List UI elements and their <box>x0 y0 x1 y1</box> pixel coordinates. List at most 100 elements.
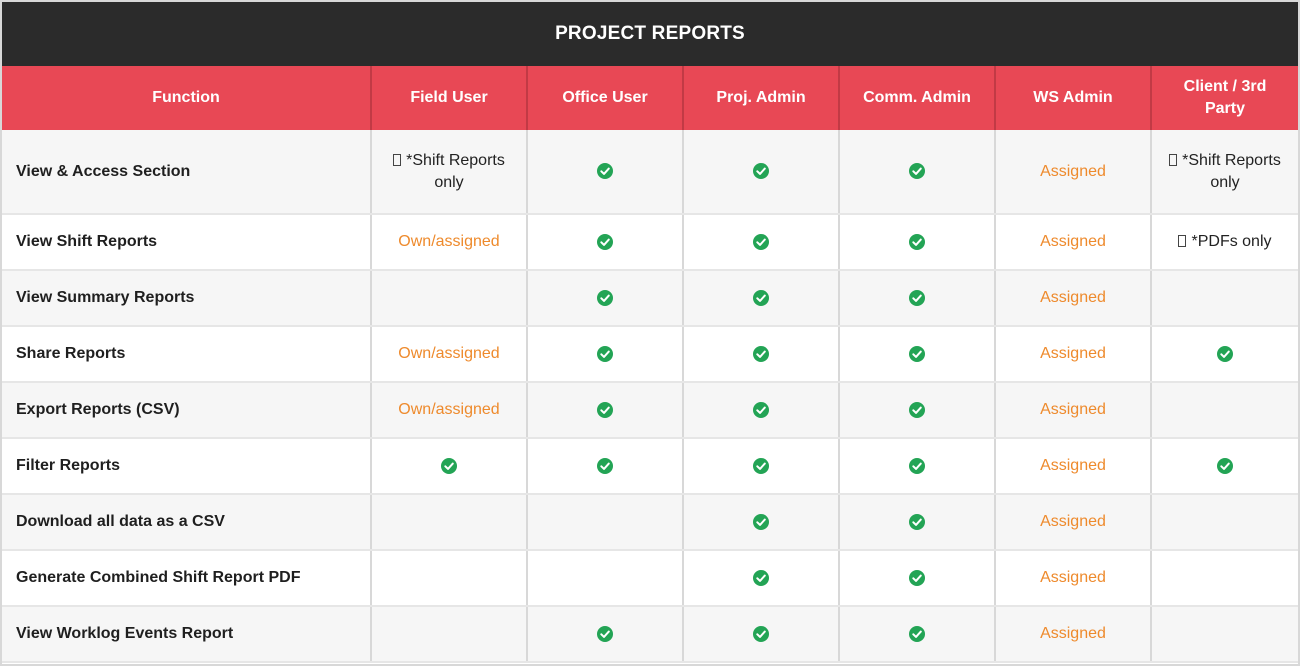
cell-office-user <box>527 326 684 383</box>
function-name: View & Access Section <box>2 130 372 215</box>
cell-ws-admin: Assigned <box>995 382 1152 439</box>
function-name: View Summary Reports <box>2 270 372 327</box>
cell-ws-admin: Assigned <box>995 606 1152 663</box>
check-circle-icon <box>753 289 769 306</box>
cell-client-3rd-party <box>1151 494 1298 551</box>
cell-ws-admin: Assigned <box>995 270 1152 327</box>
check-circle-icon <box>909 401 925 418</box>
access-scope-label: Assigned <box>1040 233 1106 250</box>
cell-field-user: Own/assigned <box>371 326 528 383</box>
cell-client-3rd-party: *PDFs only <box>1151 214 1298 271</box>
cell-comm-admin <box>839 270 996 327</box>
function-name: Share Reports <box>2 326 372 383</box>
function-name: View Worklog Events Report <box>2 606 372 663</box>
cell-proj-admin <box>683 130 840 215</box>
cell-office-user <box>527 214 684 271</box>
cell-ws-admin: Assigned <box>995 214 1152 271</box>
table-row: Export Reports (CSV) Own/assigned Assigned <box>2 382 1298 439</box>
note-box-icon <box>1178 235 1187 247</box>
access-note-text: *PDFs only <box>1191 233 1272 250</box>
cell-comm-admin <box>839 214 996 271</box>
cell-comm-admin <box>839 326 996 383</box>
access-scope-label: Own/assigned <box>398 401 500 418</box>
cell-client-3rd-party <box>1151 326 1298 383</box>
table-row: Share Reports Own/assigned Assigned <box>2 326 1298 383</box>
check-circle-icon <box>597 401 613 418</box>
check-circle-icon <box>753 345 769 362</box>
access-scope-label: Assigned <box>1040 625 1106 642</box>
permissions-table: Function Field User Office User Proj. Ad… <box>2 66 1298 663</box>
cell-proj-admin <box>683 326 840 383</box>
function-name: Filter Reports <box>2 438 372 495</box>
table-row: View & Access Section *Shift Reports only… <box>2 130 1298 215</box>
cell-field-user <box>371 494 528 551</box>
cell-field-user: Own/assigned <box>371 382 528 439</box>
cell-office-user <box>527 606 684 663</box>
check-circle-icon <box>1217 457 1233 474</box>
cell-field-user: *Shift Reports only <box>371 130 528 215</box>
cell-client-3rd-party: *Shift Reports only <box>1151 130 1298 215</box>
cell-client-3rd-party <box>1151 438 1298 495</box>
page-title: PROJECT REPORTS <box>2 2 1298 66</box>
access-scope-label: Assigned <box>1040 513 1106 530</box>
note-box-icon <box>393 153 402 166</box>
access-note-text: *Shift Reports only <box>406 151 505 191</box>
check-circle-icon <box>909 345 925 362</box>
check-circle-icon <box>753 233 769 250</box>
cell-ws-admin: Assigned <box>995 130 1152 215</box>
check-circle-icon <box>597 457 613 474</box>
access-scope-label: Own/assigned <box>398 345 500 362</box>
cell-comm-admin <box>839 130 996 215</box>
column-header-client-3rd-party: Client / 3rd Party <box>1151 66 1298 130</box>
access-scope-label: Assigned <box>1040 457 1106 474</box>
column-header-proj-admin: Proj. Admin <box>683 66 840 130</box>
cell-ws-admin: Assigned <box>995 550 1152 607</box>
check-circle-icon <box>753 401 769 418</box>
cell-proj-admin <box>683 550 840 607</box>
cell-client-3rd-party <box>1151 606 1298 663</box>
report-permissions-panel: PROJECT REPORTS Function Field User Offi… <box>0 0 1300 666</box>
column-header-office-user: Office User <box>527 66 684 130</box>
cell-client-3rd-party <box>1151 270 1298 327</box>
table-row: Generate Combined Shift Report PDF Assign… <box>2 550 1298 607</box>
check-circle-icon <box>909 513 925 530</box>
cell-office-user <box>527 438 684 495</box>
column-header-ws-admin: WS Admin <box>995 66 1152 130</box>
function-name: Export Reports (CSV) <box>2 382 372 439</box>
permissions-table-body: View & Access Section *Shift Reports only… <box>2 130 1298 663</box>
check-circle-icon <box>909 625 925 642</box>
cell-ws-admin: Assigned <box>995 494 1152 551</box>
function-name: Generate Combined Shift Report PDF <box>2 550 372 607</box>
check-circle-icon <box>1217 345 1233 362</box>
cell-office-user <box>527 130 684 215</box>
check-circle-icon <box>597 289 613 306</box>
cell-field-user: Own/assigned <box>371 214 528 271</box>
table-row: Filter Reports Assigned <box>2 438 1298 495</box>
column-header-field-user: Field User <box>371 66 528 130</box>
check-circle-icon <box>441 457 457 474</box>
cell-comm-admin <box>839 382 996 439</box>
check-circle-icon <box>753 457 769 474</box>
cell-field-user <box>371 438 528 495</box>
access-scope-label: Assigned <box>1040 345 1106 362</box>
check-circle-icon <box>753 569 769 586</box>
access-note-text: *Shift Reports only <box>1182 151 1281 191</box>
check-circle-icon <box>753 625 769 642</box>
check-circle-icon <box>909 233 925 250</box>
table-row: Download all data as a CSV Assigned <box>2 494 1298 551</box>
cell-office-user <box>527 382 684 439</box>
cell-proj-admin <box>683 438 840 495</box>
cell-proj-admin <box>683 270 840 327</box>
cell-office-user <box>527 494 684 551</box>
column-header-row: Function Field User Office User Proj. Ad… <box>2 66 1298 130</box>
cell-office-user <box>527 550 684 607</box>
column-header-function: Function <box>2 66 372 130</box>
cell-client-3rd-party <box>1151 550 1298 607</box>
table-row: View Summary Reports Assigned <box>2 270 1298 327</box>
cell-ws-admin: Assigned <box>995 326 1152 383</box>
cell-proj-admin <box>683 606 840 663</box>
function-name: Download all data as a CSV <box>2 494 372 551</box>
cell-proj-admin <box>683 382 840 439</box>
access-scope-label: Assigned <box>1040 401 1106 418</box>
check-circle-icon <box>909 569 925 586</box>
